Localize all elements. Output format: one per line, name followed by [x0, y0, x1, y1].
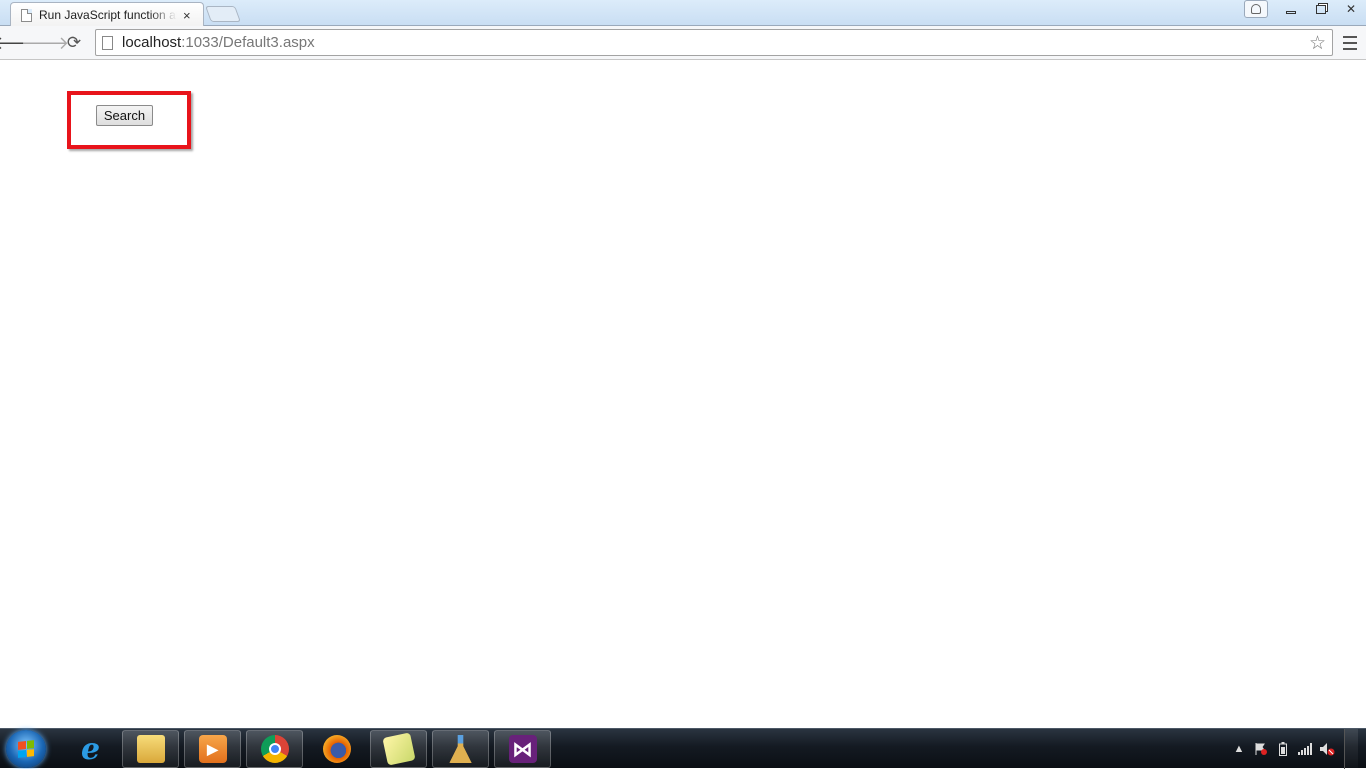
taskbar-app-internet-explorer[interactable]: e [62, 730, 119, 768]
taskbar-app-chrome[interactable] [246, 730, 303, 768]
sticky-notes-icon [381, 732, 416, 766]
close-window-button[interactable]: ✕ [1336, 0, 1366, 18]
tab-strip: Run JavaScript function at × ✕ [0, 0, 1366, 27]
firefox-icon [322, 735, 351, 763]
browser-menu-icon[interactable] [1340, 33, 1360, 53]
bookmark-star-icon[interactable]: ☆ [1309, 32, 1326, 55]
close-tab-icon[interactable]: × [183, 9, 191, 22]
network-signal-icon[interactable] [1294, 739, 1316, 759]
show-hidden-icons-icon[interactable]: ▲ [1228, 739, 1250, 759]
ccleaner-icon [449, 735, 472, 763]
user-profile-icon[interactable] [1244, 0, 1268, 18]
media-player-icon: ▶ [198, 735, 227, 763]
address-bar[interactable]: localhost:1033/Default3.aspx ☆ [95, 29, 1333, 56]
show-desktop-button[interactable] [1344, 729, 1358, 769]
system-tray: ▲ [1228, 729, 1366, 769]
page-icon [102, 35, 113, 50]
windows-logo-icon [18, 740, 34, 758]
start-button[interactable] [6, 730, 46, 768]
new-tab-button[interactable] [205, 6, 241, 22]
taskbar-app-visual-studio[interactable]: ⋈ [494, 730, 551, 768]
url-path: :1033/Default3.aspx [181, 34, 315, 51]
browser-window: Run JavaScript function at × ✕ 🡐 🡒 ⟳ loc… [0, 0, 1366, 728]
browser-toolbar: 🡐 🡒 ⟳ localhost:1033/Default3.aspx ☆ [0, 26, 1366, 60]
taskbar-app-ccleaner[interactable] [432, 730, 489, 768]
forward-button[interactable]: 🡒 [21, 31, 69, 55]
tab-current[interactable]: Run JavaScript function at × [10, 2, 204, 27]
chrome-icon [260, 735, 289, 763]
internet-explorer-icon: e [80, 731, 101, 767]
taskbar-app-firefox[interactable] [308, 730, 365, 768]
visual-studio-icon: ⋈ [508, 735, 537, 763]
action-center-flag-icon[interactable] [1250, 739, 1272, 759]
address-url[interactable]: localhost:1033/Default3.aspx [122, 34, 315, 51]
tab-title: Run JavaScript function at [39, 8, 177, 22]
taskbar-app-sticky-notes[interactable] [370, 730, 427, 768]
page-icon [21, 8, 32, 22]
page-content: Search [0, 61, 1366, 728]
taskbar-app-file-explorer[interactable] [122, 730, 179, 768]
window-controls: ✕ [1244, 0, 1366, 20]
search-button[interactable]: Search [96, 105, 153, 126]
minimize-button[interactable] [1276, 0, 1306, 18]
taskbar: e ▶ ⋈ ▲ [0, 728, 1366, 769]
url-host: localhost [122, 34, 182, 51]
reload-button[interactable]: ⟳ [62, 31, 86, 55]
file-explorer-icon [136, 735, 165, 763]
taskbar-app-media-player[interactable]: ▶ [184, 730, 241, 768]
restore-button[interactable] [1306, 0, 1336, 18]
battery-icon[interactable] [1272, 739, 1294, 759]
volume-muted-icon[interactable] [1316, 739, 1338, 759]
